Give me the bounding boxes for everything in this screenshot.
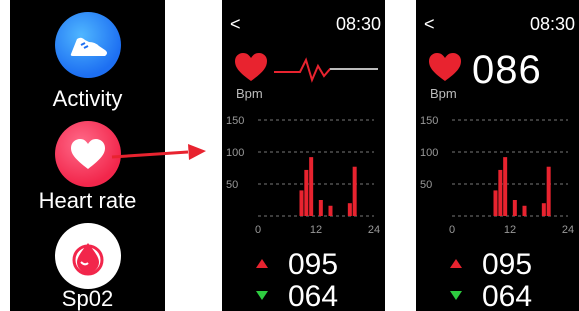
max-rate-value: 095 (288, 248, 339, 281)
chart-bar (304, 169, 309, 216)
chart-bar (352, 166, 357, 216)
chart-bar (512, 200, 517, 216)
clock-time: 08:30 (529, 14, 575, 34)
x-tick-label: 12 (310, 224, 322, 236)
ecg-waveform (274, 57, 378, 83)
menu-item-activity[interactable]: Activity (10, 0, 165, 111)
y-tick-label: 150 (420, 115, 438, 127)
y-tick-label: 100 (226, 147, 244, 159)
blood-drop-icon (54, 223, 121, 289)
menu-label-activity: Activity (52, 86, 123, 111)
chart-bar (299, 190, 304, 216)
chart-bar (318, 200, 323, 216)
triangle-up-icon (450, 259, 462, 268)
heart-rate-chart: 150 100 50 0 12 24 (420, 115, 574, 236)
heart-icon (235, 53, 267, 81)
triangle-down-icon (450, 291, 462, 300)
chart-bar (546, 166, 551, 216)
chart-bar (347, 203, 352, 216)
max-rate-row: 095 (222, 248, 385, 281)
chart-bar (522, 205, 527, 216)
x-tick-label: 24 (562, 224, 574, 236)
x-tick-label: 0 (255, 224, 261, 236)
menu-label-spo2: Sp02 (61, 286, 114, 311)
triangle-down-icon (256, 291, 268, 300)
bpm-unit-label: Bpm (430, 86, 457, 101)
chart-bar (493, 190, 498, 216)
heart-rate-screen-measuring: < 08:30 Bpm 150 100 50 0 12 24 095 064 (222, 0, 385, 311)
back-button[interactable]: < (424, 14, 435, 35)
heart-rate-screen-result: < 08:30 Bpm 086 150 100 50 0 12 24 095 064 (416, 0, 579, 311)
x-tick-label: 24 (368, 224, 380, 236)
back-button[interactable]: < (230, 14, 241, 35)
heart-rate-chart: 150 100 50 0 12 24 (226, 115, 380, 236)
bpm-value: 086 (472, 48, 542, 92)
menu-label-heart-rate: Heart rate (38, 188, 137, 213)
chart-bar (498, 169, 503, 216)
clock-time: 08:30 (335, 14, 381, 34)
screen-root: Activity Heart rate Sp02 < 08:30 Bpm 150… (0, 0, 579, 311)
heart-icon (429, 53, 461, 81)
triangle-up-icon (256, 259, 268, 268)
bpm-unit-label: Bpm (236, 86, 263, 101)
chart-bar (503, 157, 508, 216)
y-tick-label: 150 (226, 115, 244, 127)
max-rate-value: 095 (482, 248, 533, 281)
x-tick-label: 0 (449, 224, 455, 236)
min-rate-value: 064 (482, 280, 533, 311)
y-tick-label: 100 (420, 147, 438, 159)
chart-bar (328, 205, 333, 216)
y-tick-label: 50 (226, 179, 238, 191)
x-tick-label: 12 (504, 224, 516, 236)
chart-bar (541, 203, 546, 216)
arrow-right-icon (111, 144, 206, 160)
min-rate-row: 064 (416, 280, 579, 311)
chart-bar (309, 157, 314, 216)
running-shoe-icon (54, 12, 121, 78)
min-rate-value: 064 (288, 280, 339, 311)
y-tick-label: 50 (420, 179, 432, 191)
max-rate-row: 095 (416, 248, 579, 281)
menu-item-spo2[interactable]: Sp02 (10, 218, 165, 311)
min-rate-row: 064 (222, 280, 385, 311)
